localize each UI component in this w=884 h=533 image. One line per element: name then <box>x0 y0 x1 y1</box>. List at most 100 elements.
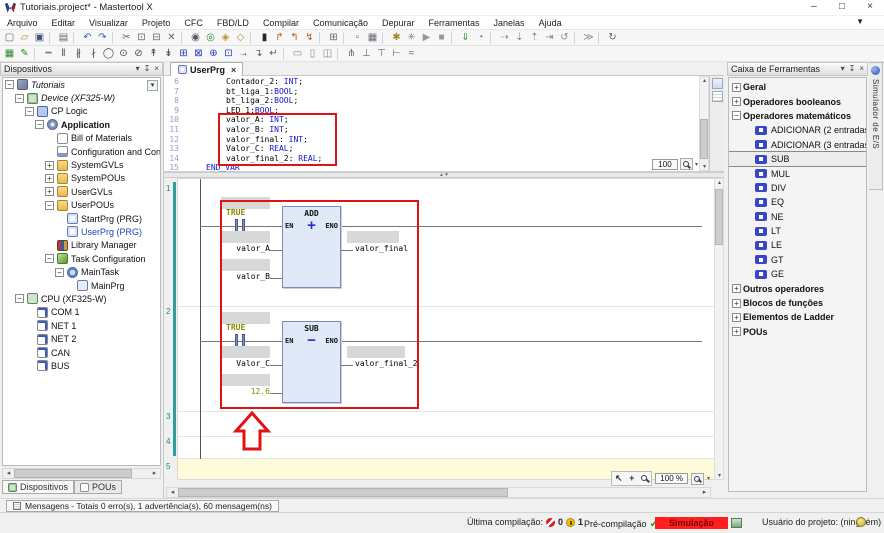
menu-overflow-icon[interactable]: ▼ <box>856 17 864 26</box>
insert-parallel-contact-button[interactable]: ∦ <box>71 47 86 61</box>
insert-network-button[interactable]: ━ <box>41 47 56 61</box>
cut-button[interactable]: ✂ <box>119 31 134 45</box>
tree-item-tutoriais[interactable]: − Tutoriais <box>3 78 160 91</box>
save-project-button[interactable]: ▣ <box>32 31 47 45</box>
tab-simulador-de-es[interactable]: Simulador de E/S <box>869 62 883 190</box>
insert-falling-edge-button[interactable]: ↡ <box>161 47 176 61</box>
menu-editar[interactable]: Editar <box>45 16 83 30</box>
print-button[interactable]: ▤ <box>56 31 71 45</box>
pin-icon[interactable]: ↧ <box>144 63 151 75</box>
root-dropdown-icon[interactable]: ▾ <box>147 80 158 91</box>
copy-object-button[interactable]: ⊞ <box>326 31 341 45</box>
menu-ajuda[interactable]: Ajuda <box>532 16 569 30</box>
find-button[interactable]: ◉ <box>188 31 203 45</box>
tree-expander-icon[interactable]: − <box>55 267 64 277</box>
tree-item-userprg[interactable]: UserPrg (PRG) <box>3 225 160 238</box>
bookmark-button[interactable]: ▮ <box>257 31 272 45</box>
insert-return-button[interactable]: ↵ <box>266 47 281 61</box>
scroll-right-icon[interactable]: ▸ <box>149 469 160 478</box>
flow-control-button[interactable]: ≫ <box>581 31 596 45</box>
scroll-down-icon[interactable]: ▾ <box>700 163 709 170</box>
tree-item-maintask[interactable]: − MainTask <box>3 265 160 278</box>
menu-ferramentas[interactable]: Ferramentas <box>422 16 487 30</box>
tree-expander-icon[interactable]: + <box>45 160 54 170</box>
insert-empty-box-button[interactable]: ▯ <box>305 47 320 61</box>
delete-button[interactable]: ✕ <box>164 31 179 45</box>
minimize-button[interactable]: – <box>800 0 828 15</box>
toolbox-item-ge[interactable]: GE <box>729 267 866 281</box>
tree-item-startprg[interactable]: StartPrg (PRG) <box>3 212 160 225</box>
tree-expander-icon[interactable]: + <box>732 97 741 107</box>
tree-item-net2[interactable]: NET 2 <box>3 332 160 345</box>
menu-cfc[interactable]: CFC <box>177 16 210 30</box>
insert-coil-button[interactable]: ◯ <box>101 47 116 61</box>
scroll-thumb[interactable] <box>178 488 508 497</box>
tree-item-cpu[interactable]: − CPU (XF325-W) <box>3 292 160 305</box>
tree-item-systempous[interactable]: + SystemPOUs <box>3 172 160 185</box>
tree-expander-icon[interactable]: − <box>732 111 741 121</box>
panel-close-icon[interactable]: × <box>154 63 159 75</box>
tree-expander-icon[interactable]: + <box>45 187 54 197</box>
declaration-editor[interactable]: 6 Contador_2: INT; 7 bt_liga_1:BOOL; 8 b… <box>164 76 724 172</box>
tree-expander-icon[interactable]: − <box>25 106 34 116</box>
tree-expander-icon[interactable]: − <box>5 80 14 90</box>
reset-button[interactable]: ↺ <box>557 31 572 45</box>
operand-valor-c[interactable]: Valor_C <box>198 359 270 369</box>
zoom-icon[interactable] <box>690 472 704 485</box>
insert-contact-button[interactable]: ‖ <box>56 47 71 61</box>
replace-all-button[interactable]: ◇ <box>233 31 248 45</box>
pan-tool-icon[interactable]: + <box>625 472 638 485</box>
tree-expander-icon[interactable]: − <box>15 93 24 103</box>
build-status-button[interactable]: ▦ <box>365 31 380 45</box>
ladder-vertical-scrollbar[interactable]: ▴ ▾ <box>714 178 724 480</box>
previous-bookmark-button[interactable]: ↰ <box>287 31 302 45</box>
tree-item-bill-of-materials[interactable]: Bill of Materials <box>3 132 160 145</box>
operand-valor-b[interactable]: valor_B <box>198 272 270 282</box>
ladder-horizontal-scrollbar[interactable]: ◂ ▸ <box>166 487 711 498</box>
toolbox-section-outros-operadores[interactable]: + Outros operadores <box>729 281 866 295</box>
zoom-dropdown-icon[interactable]: ▾ <box>695 161 698 168</box>
declaration-vertical-scrollbar[interactable]: ▴ ▾ <box>699 76 709 171</box>
operand-valor-final-2[interactable]: valor_final_2 <box>355 359 418 369</box>
insert-assignment-button[interactable]: → <box>236 47 251 61</box>
tree-item-cp-logic[interactable]: − CP Logic <box>3 105 160 118</box>
tab-dispositivos[interactable]: Dispositivos <box>2 480 75 494</box>
toolbox-item-eq[interactable]: EQ <box>729 195 866 209</box>
set-branch-start-button[interactable]: ⊤ <box>374 47 389 61</box>
tree-item-task-configuration[interactable]: − Task Configuration <box>3 252 160 265</box>
toolbox-item-lt[interactable]: LT <box>729 224 866 238</box>
insert-set-coil-button[interactable]: ⊙ <box>116 47 131 61</box>
insert-move-box-button[interactable]: ⊡ <box>221 47 236 61</box>
messages-tab[interactable]: Mensagens - Totais 0 erro(s), 1 advertên… <box>6 500 279 512</box>
scroll-up-icon[interactable]: ▴ <box>715 179 724 186</box>
add-block[interactable]: ADD + EN ENO <box>282 206 341 288</box>
fbd-view-settings-button[interactable]: ▦ <box>2 47 17 61</box>
tree-expander-icon[interactable]: − <box>45 254 54 264</box>
new-project-button[interactable]: ▢ <box>2 31 17 45</box>
tree-expander-icon[interactable]: + <box>45 173 54 183</box>
tree-expander-icon[interactable]: − <box>45 200 54 210</box>
menu-arquivo[interactable]: Arquivo <box>0 16 45 30</box>
insert-negated-contact-button[interactable]: ∤ <box>86 47 101 61</box>
menu-comunicacao[interactable]: Comunicação <box>306 16 375 30</box>
toolbox-section-pous[interactable]: + POUs <box>729 325 866 339</box>
rebuild-button[interactable]: ✳ <box>404 31 419 45</box>
devices-horizontal-scrollbar[interactable]: ◂ ▸ <box>2 468 161 479</box>
insert-box-button[interactable]: ▭ <box>290 47 305 61</box>
zoom-tool-icon[interactable] <box>638 472 651 485</box>
tab-userprg[interactable]: UserPrg × <box>170 62 244 76</box>
update-parameters-button[interactable]: ≈ <box>404 47 419 61</box>
login-button[interactable]: ⇓ <box>458 31 473 45</box>
scroll-right-icon[interactable]: ▸ <box>699 488 710 497</box>
toolbox-item-mul[interactable]: MUL <box>729 166 866 180</box>
panel-close-icon[interactable]: × <box>859 63 864 75</box>
refresh-button[interactable]: ↻ <box>605 31 620 45</box>
operand-constant-12-6[interactable]: 12.6 <box>198 387 270 397</box>
next-bookmark-button[interactable]: ↱ <box>272 31 287 45</box>
tree-expander-icon[interactable]: + <box>732 284 741 294</box>
menu-visualizar[interactable]: Visualizar <box>82 16 135 30</box>
stop-button[interactable]: ■ <box>434 31 449 45</box>
step-out-button[interactable]: ⇡ <box>527 31 542 45</box>
maximize-button[interactable]: □ <box>828 0 856 15</box>
toolbox-section-operadores-booleanos[interactable]: + Operadores booleanos <box>729 94 866 108</box>
